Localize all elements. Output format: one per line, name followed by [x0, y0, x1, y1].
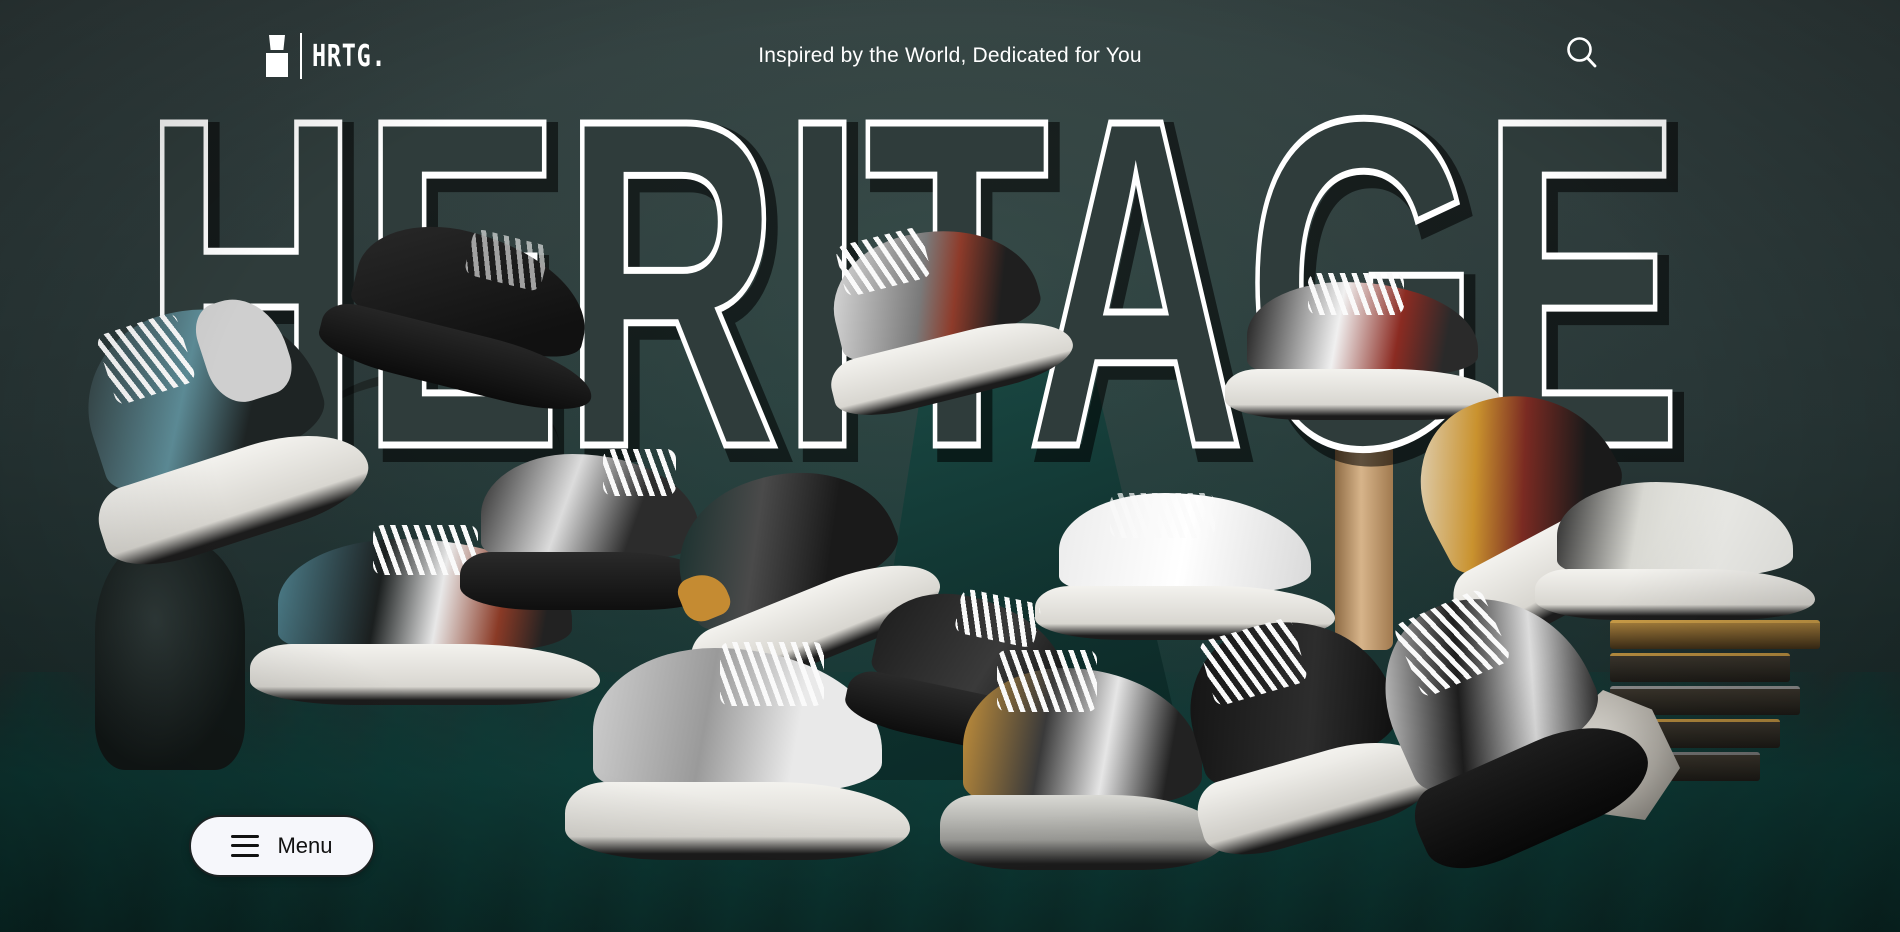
- menu-label: Menu: [277, 833, 333, 858]
- shoe-upper: [1557, 482, 1793, 575]
- shoe-laces: [1110, 492, 1215, 538]
- book: [1610, 620, 1820, 649]
- shoe-laces: [603, 448, 676, 497]
- header-tagline: Inspired by the World, Dedicated for You: [758, 44, 1142, 67]
- search-icon: [1567, 37, 1597, 68]
- hamburger-icon: [231, 834, 260, 858]
- shoe-laces: [1307, 273, 1404, 315]
- shoe-sole: [565, 781, 910, 860]
- search-button[interactable]: [1566, 36, 1598, 70]
- site-header: HRTG. Inspired by the World, Dedicated f…: [0, 0, 1900, 110]
- shoe-sole: [250, 643, 600, 705]
- shoe-laces: [997, 650, 1097, 712]
- shoe-sole: [940, 795, 1225, 870]
- shoe-laces: [720, 641, 824, 706]
- menu-button[interactable]: Menu: [189, 815, 375, 877]
- hero-section: HERITAGE HERITAGE: [0, 0, 1900, 932]
- sneaker-grey-far-right: [1535, 470, 1815, 620]
- book: [1610, 653, 1790, 682]
